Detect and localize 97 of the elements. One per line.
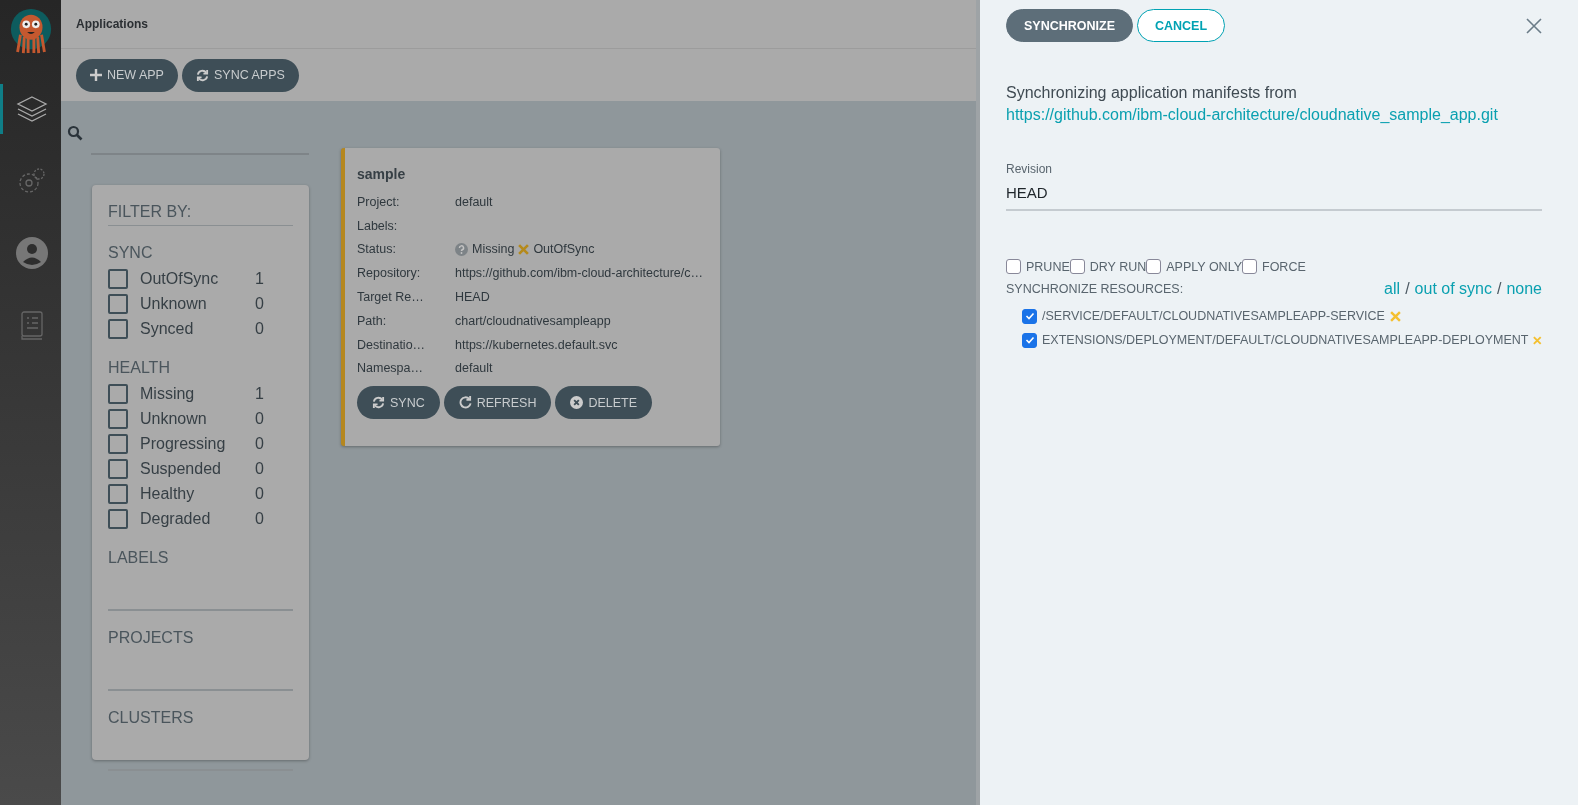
checkbox[interactable]: [1146, 259, 1162, 274]
checkbox[interactable]: [108, 383, 128, 404]
option-label: DRY RUN: [1089, 259, 1147, 274]
x-icon: [1533, 334, 1542, 346]
filter-label: Progressing: [140, 434, 227, 453]
user-avatar-icon: [15, 236, 49, 270]
filter-group-title: LABELS: [108, 549, 170, 567]
checkbox[interactable]: [108, 268, 128, 289]
toolbar-button[interactable]: NEW APP: [76, 58, 178, 92]
filter-count: 1: [255, 269, 264, 288]
field-label: Repository:: [357, 266, 422, 281]
sync-message: Synchronizing application manifests from: [1006, 84, 1297, 101]
field-label: Status:: [357, 242, 397, 257]
field-value: https://kubernetes.default.svc: [455, 337, 618, 352]
field-label: Destinatio…: [357, 337, 427, 352]
resource-name: EXTENSIONS/DEPLOYMENT/DEFAULT/CLOUDNATIVESAMPLEAPP-DEPLOYMENT: [1042, 333, 1529, 347]
filter-label: Missing: [140, 384, 196, 403]
close-icon[interactable]: [1526, 17, 1542, 34]
revision-field[interactable]: Revision HEAD: [1006, 162, 1542, 211]
filter-label: Degraded: [140, 509, 212, 528]
health-status: Missing: [472, 242, 515, 257]
filter-count: 1: [255, 384, 264, 403]
card-action-button[interactable]: DELETE: [555, 386, 653, 420]
filter-label: Healthy: [140, 484, 196, 503]
checkbox[interactable]: [108, 508, 128, 529]
filter-count: 0: [255, 509, 264, 528]
check-icon: [1024, 335, 1035, 345]
checkbox[interactable]: [108, 458, 128, 479]
filter-group-title: PROJECTS: [108, 629, 195, 647]
field-value: default: [455, 361, 493, 376]
field-label: Namespa…: [357, 361, 424, 376]
check-icon: [1024, 311, 1035, 321]
option-label: FORCE: [1262, 259, 1306, 274]
separator-slash: /: [1496, 280, 1502, 298]
filter-label: Unknown: [140, 409, 208, 428]
select-link[interactable]: none: [1506, 280, 1542, 298]
filter-count: 0: [255, 409, 264, 428]
card-action-button[interactable]: SYNC: [357, 386, 440, 420]
synchronize-button[interactable]: SYNCHRONIZE: [1006, 9, 1133, 42]
x-icon: [1389, 310, 1401, 322]
filter-label: Synced: [140, 319, 195, 338]
separator-slash: /: [1405, 280, 1410, 298]
checkbox[interactable]: [1006, 259, 1021, 274]
filter-label: OutOfSync: [140, 269, 220, 288]
checkbox[interactable]: [108, 318, 128, 339]
checkbox[interactable]: [108, 293, 128, 314]
toolbar-button[interactable]: SYNC APPS: [181, 58, 299, 92]
book-icon: [19, 310, 45, 340]
resources-heading: SYNCHRONIZE RESOURCES:: [1006, 282, 1184, 296]
card-action-button[interactable]: REFRESH: [443, 386, 552, 420]
revision-value: HEAD: [1006, 184, 1049, 201]
field-label: Labels:: [357, 218, 399, 233]
delete-icon: [570, 396, 584, 410]
filter-group-title: SYNC: [108, 244, 154, 262]
cancel-button[interactable]: CANCEL: [1137, 9, 1226, 42]
checkbox[interactable]: [1069, 259, 1085, 274]
field-value: https://github.com/ibm-cloud-architecture/c…: [455, 266, 704, 281]
filter-count: 0: [255, 459, 264, 478]
plus-icon: [90, 69, 102, 81]
sync-status: OutOfSync: [533, 242, 595, 257]
refresh-icon: [458, 396, 472, 410]
field-value: default: [455, 194, 493, 209]
select-link[interactable]: all: [1384, 280, 1401, 298]
option-label: PRUNE: [1026, 259, 1070, 274]
question-icon: [455, 243, 468, 256]
field-label: Target Re…: [357, 290, 425, 305]
app-name: sample: [357, 166, 407, 182]
field-label: Project:: [357, 194, 401, 209]
x-icon: [518, 244, 530, 255]
filter-group-title: CLUSTERS: [108, 709, 195, 727]
option-label: APPLY ONLY: [1166, 259, 1242, 274]
field-value: chart/cloudnativesampleapp: [455, 313, 611, 328]
filter-count: 0: [255, 434, 264, 453]
field-label: Path:: [357, 313, 388, 328]
filter-label: Suspended: [140, 459, 222, 478]
application-card[interactable]: [341, 148, 720, 446]
checkbox[interactable]: [108, 408, 128, 429]
revision-label: Revision: [1006, 162, 1054, 176]
filter-count: 0: [255, 319, 264, 338]
checkbox[interactable]: [1022, 332, 1037, 348]
filter-group-title: HEALTH: [108, 359, 171, 377]
field-value: HEAD: [455, 290, 490, 305]
select-link[interactable]: out of sync: [1414, 280, 1492, 298]
checkbox[interactable]: [1022, 308, 1037, 324]
repository-link[interactable]: https://github.com/ibm-cloud-architecture/cloudnative_sample_app.git: [1006, 104, 1498, 126]
checkbox[interactable]: [108, 483, 128, 504]
filter-label: Unknown: [140, 294, 208, 313]
sync-icon: [372, 396, 385, 410]
checkbox[interactable]: [108, 433, 128, 454]
filter-count: 0: [255, 294, 264, 313]
filter-count: 0: [255, 484, 264, 503]
filter-title: FILTER BY:: [108, 203, 293, 226]
checkbox[interactable]: [1242, 259, 1257, 274]
search-icon: [67, 125, 83, 141]
resource-name: /SERVICE/DEFAULT/CLOUDNATIVESAMPLEAPP-SERVICE: [1042, 309, 1385, 323]
sync-icon: [195, 68, 209, 82]
page-title: Applications: [76, 17, 148, 31]
